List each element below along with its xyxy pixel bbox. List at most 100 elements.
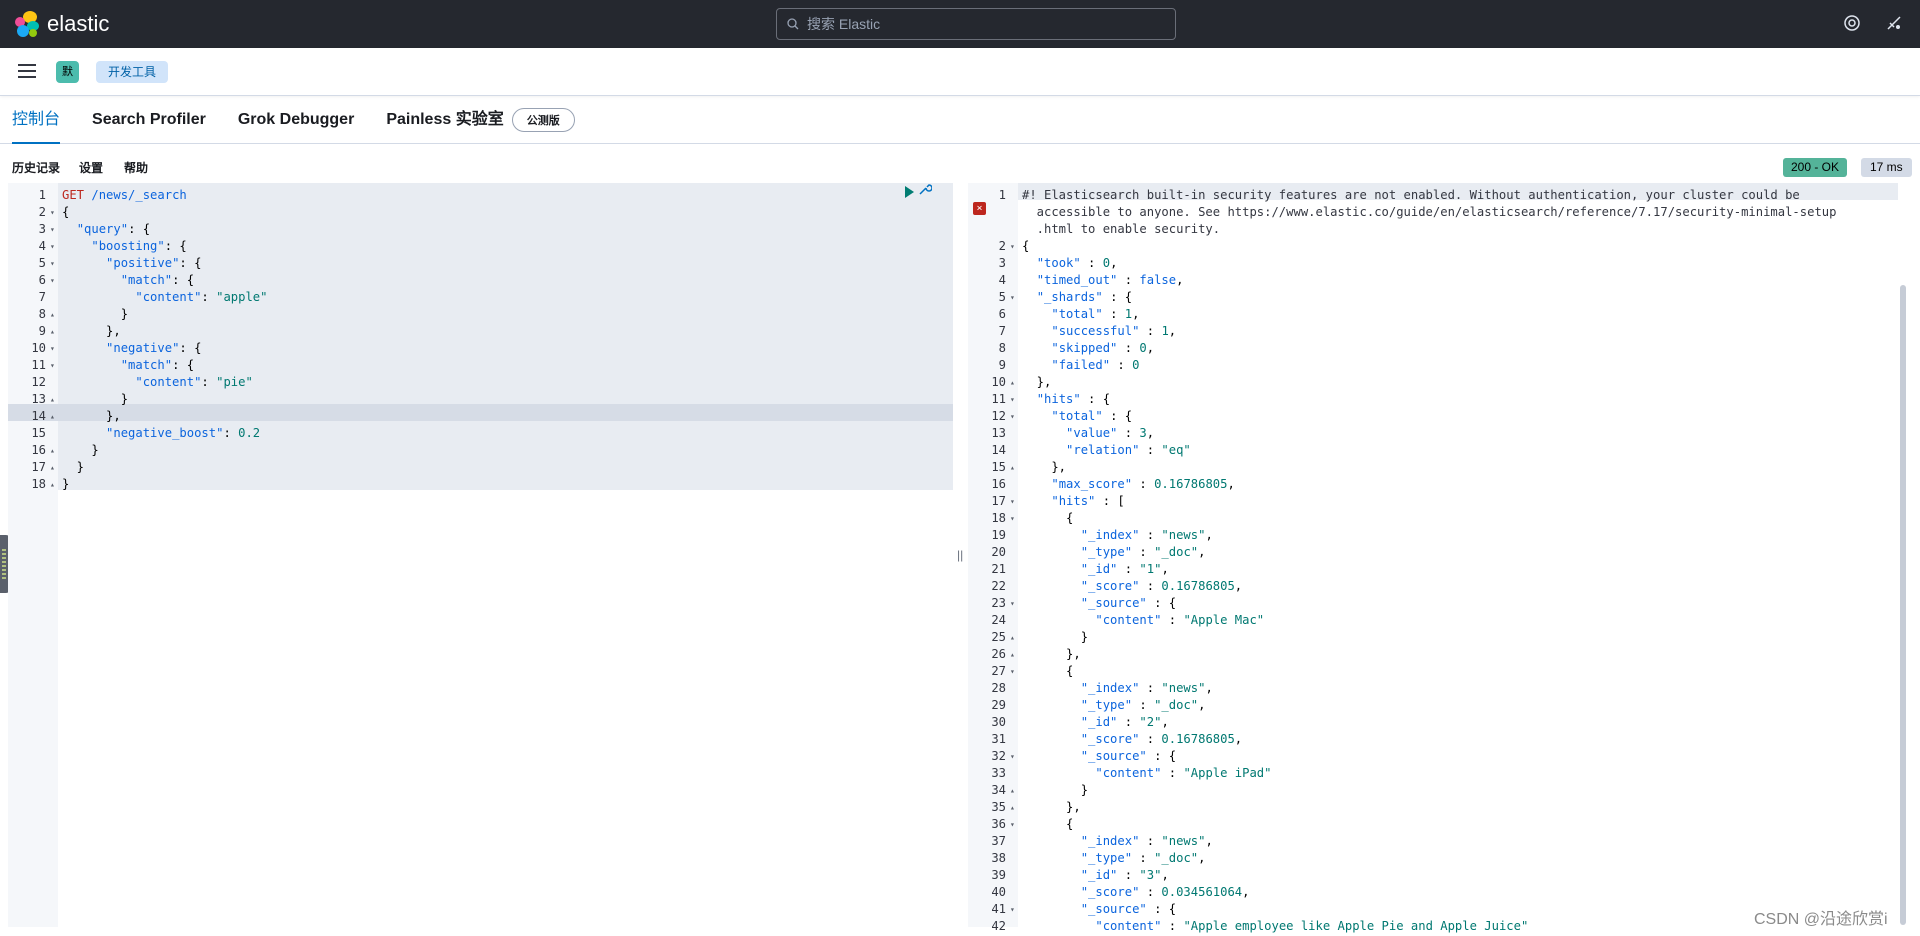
history-link[interactable]: 历史记录: [12, 159, 60, 176]
search-icon: [787, 18, 799, 30]
line-number: 34: [991, 783, 1006, 797]
breadcrumb[interactable]: 开发工具: [96, 61, 169, 83]
elastic-logo[interactable]: elastic: [15, 11, 109, 37]
pane-resize-handle[interactable]: ||: [957, 548, 963, 562]
play-icon[interactable]: [905, 186, 914, 198]
line-number: 9: [38, 324, 46, 338]
code-text: "skipped" : 0,: [1051, 341, 1155, 355]
code-text: },: [1022, 375, 1052, 389]
line-number: 15: [31, 426, 46, 440]
elastic-logo-icon: [15, 11, 41, 37]
help-link[interactable]: 帮助: [124, 159, 148, 176]
line-number: 12: [31, 375, 46, 389]
code-text: "positive": {: [106, 256, 202, 270]
fold-toggle-icon[interactable]: ▴: [1010, 374, 1015, 391]
fold-toggle-icon[interactable]: ▾: [1010, 748, 1015, 765]
request-editor[interactable]: 1 GET /news/_search 2 ▾ {3 ▾ "query": {4 ▾ "bo…: [8, 183, 953, 927]
line-number: 17: [31, 460, 46, 474]
fold-toggle-icon[interactable]: ▾: [1010, 408, 1015, 425]
response-viewer: × 1 #! Elasticsearch built-in security fe…: [968, 183, 1912, 933]
fold-toggle-icon[interactable]: ▾: [50, 221, 55, 238]
code-text: "_source" : {: [1080, 902, 1177, 916]
fold-toggle-icon[interactable]: ▴: [1010, 459, 1015, 476]
settings-link[interactable]: 设置: [79, 159, 103, 176]
tab-search-profiler[interactable]: Search Profiler: [92, 96, 206, 144]
line-number: 17: [991, 494, 1006, 508]
tab-console[interactable]: 控制台: [12, 96, 61, 144]
fold-toggle-icon[interactable]: ▴: [50, 476, 55, 493]
code-text: "content" : "Apple iPad": [1095, 766, 1272, 780]
line-number: 1: [998, 188, 1006, 202]
line-number: 32: [991, 749, 1006, 763]
code-text: "boosting": {: [91, 239, 187, 253]
code-text: "value" : 3,: [1066, 426, 1155, 440]
fold-toggle-icon[interactable]: ▴: [50, 323, 55, 340]
fold-toggle-icon[interactable]: ▾: [1010, 289, 1015, 306]
code-text: "hits" : {: [1036, 392, 1111, 406]
line-number: 11: [31, 358, 46, 372]
fold-toggle-icon[interactable]: ▴: [50, 391, 55, 408]
fold-toggle-icon[interactable]: ▾: [1010, 901, 1015, 918]
global-search[interactable]: [776, 8, 1176, 40]
menu-toggle-button[interactable]: [18, 64, 36, 80]
watermark: CSDN @沿途欣赏i: [1754, 911, 1888, 928]
code-text: }: [62, 392, 129, 406]
line-number: 41: [991, 902, 1006, 916]
code-text: "content" : "Apple Mac": [1095, 613, 1265, 627]
code-text: "content" : "Apple employee like Apple P…: [1095, 919, 1529, 933]
fold-toggle-icon[interactable]: ▾: [50, 238, 55, 255]
fold-toggle-icon[interactable]: ▴: [50, 408, 55, 425]
fold-toggle-icon[interactable]: ▾: [1010, 663, 1015, 680]
code-text: },: [62, 324, 121, 338]
fold-toggle-icon[interactable]: ▴: [1010, 646, 1015, 663]
line-number: 7: [998, 324, 1006, 338]
line-number: 31: [991, 732, 1006, 746]
wrench-icon[interactable]: [918, 182, 933, 199]
help-circle-icon[interactable]: [1842, 14, 1862, 34]
beta-badge: 公测版: [511, 107, 575, 132]
fold-toggle-icon[interactable]: ▾: [50, 204, 55, 221]
fold-toggle-icon[interactable]: ▾: [1010, 816, 1015, 833]
line-number: 36: [991, 817, 1006, 831]
response-scrollbar[interactable]: [1900, 285, 1906, 925]
code-text: }: [62, 460, 85, 474]
fold-toggle-icon[interactable]: ▾: [1010, 510, 1015, 527]
fold-toggle-icon[interactable]: ▴: [50, 306, 55, 323]
tab-grok-debugger[interactable]: Grok Debugger: [238, 96, 354, 144]
line-number: 15: [991, 460, 1006, 474]
fold-toggle-icon[interactable]: ▴: [50, 459, 55, 476]
fold-toggle-icon[interactable]: ▴: [1010, 799, 1015, 816]
line-number: 3: [998, 256, 1006, 270]
fold-toggle-icon[interactable]: ▾: [1010, 238, 1015, 255]
top-header: elastic: [0, 0, 1920, 48]
code-text: GET /news/_search: [62, 188, 187, 202]
fold-toggle-icon[interactable]: ▴: [1010, 629, 1015, 646]
code-text: "content": "apple": [135, 290, 268, 304]
fold-toggle-icon[interactable]: ▾: [1010, 493, 1015, 510]
fold-toggle-icon[interactable]: ▴: [1010, 782, 1015, 799]
fold-toggle-icon[interactable]: ▾: [50, 272, 55, 289]
fold-toggle-icon[interactable]: ▾: [50, 357, 55, 374]
code-text: {: [1022, 511, 1074, 525]
line-number: 1: [38, 188, 46, 202]
code-text: "_source" : {: [1080, 749, 1177, 763]
fold-toggle-icon[interactable]: ▾: [50, 255, 55, 272]
line-number: 14: [991, 443, 1006, 457]
code-text: "total" : 1,: [1051, 307, 1140, 321]
code-text: "successful" : 1,: [1051, 324, 1177, 338]
fold-toggle-icon[interactable]: ▾: [1010, 391, 1015, 408]
fold-toggle-icon[interactable]: ▾: [50, 340, 55, 357]
search-input[interactable]: [807, 16, 1147, 32]
status-badge: 200 - OK: [1783, 158, 1848, 177]
newsfeed-icon[interactable]: [1884, 14, 1904, 34]
code-text: "_score" : 0.16786805,: [1080, 732, 1243, 746]
code-text: {: [1022, 239, 1030, 253]
space-avatar[interactable]: 默: [56, 61, 79, 83]
code-text: accessible to anyone. See https://www.el…: [1022, 205, 1837, 219]
code-text: "_source" : {: [1080, 596, 1177, 610]
fold-toggle-icon[interactable]: ▾: [1010, 595, 1015, 612]
tab-painless-lab[interactable]: Painless 实验室: [386, 96, 503, 144]
code-text: "_id" : "3",: [1080, 868, 1169, 882]
logo-text: elastic: [47, 11, 110, 36]
fold-toggle-icon[interactable]: ▴: [50, 442, 55, 459]
